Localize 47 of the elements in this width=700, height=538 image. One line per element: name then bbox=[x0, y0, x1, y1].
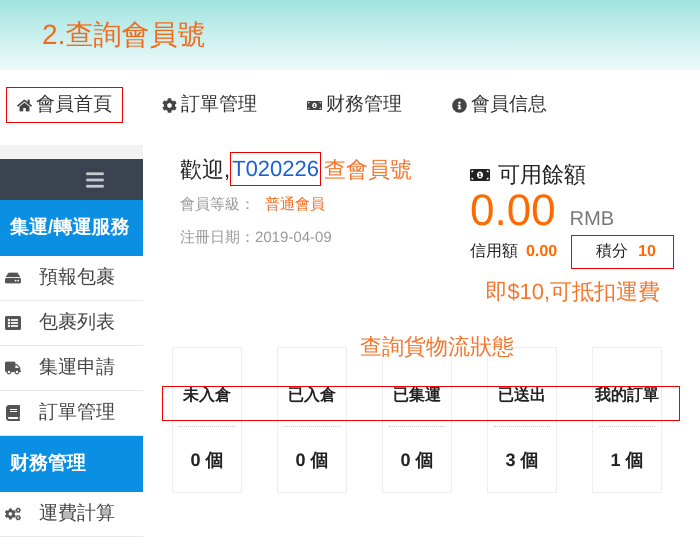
sidebar-item[interactable]: 集運申請 bbox=[0, 346, 143, 391]
status-count: 1 個 bbox=[610, 449, 644, 472]
credit-value: 0.00 bbox=[526, 242, 558, 262]
sidebar-item[interactable]: 預報包裹 bbox=[0, 256, 143, 301]
drive-icon bbox=[5, 270, 21, 286]
currency: RMB bbox=[570, 207, 614, 232]
annotation-note: 即$10,可抵扣運費 bbox=[484, 278, 660, 306]
nav-tab[interactable]: 會員信息 bbox=[441, 87, 558, 123]
balance-title: 可用餘額 bbox=[498, 161, 586, 189]
status-count: 0 個 bbox=[400, 449, 434, 472]
menu-icon[interactable] bbox=[85, 170, 105, 190]
status-count: 3 個 bbox=[505, 449, 538, 472]
status-card[interactable]: 未入倉 0 個 bbox=[172, 347, 242, 493]
status-label: 已入倉 bbox=[288, 386, 336, 406]
truck-icon bbox=[5, 360, 21, 376]
status-count: 0 個 bbox=[295, 449, 328, 472]
balance-amount: 0.00 bbox=[470, 187, 556, 235]
annotation-note: 查會員號 bbox=[324, 156, 412, 184]
status-label: 已送出 bbox=[498, 386, 546, 406]
points-value: 10 bbox=[638, 242, 656, 262]
status-label: 未入倉 bbox=[183, 386, 231, 406]
home-icon bbox=[17, 98, 32, 112]
gear-icon bbox=[162, 98, 177, 112]
info-icon bbox=[452, 98, 467, 112]
member-id: T020226 bbox=[230, 152, 321, 186]
status-card[interactable]: 已入倉 0 個 bbox=[277, 347, 347, 493]
book-icon bbox=[5, 405, 21, 421]
page-title: 2.查詢會員號 bbox=[42, 18, 206, 52]
nav-tab[interactable]: 會員首頁 bbox=[6, 87, 123, 123]
level-label: 會員等級： bbox=[180, 195, 255, 215]
welcome-text: 歡迎, bbox=[180, 156, 230, 184]
nav-tab[interactable]: 财務管理 bbox=[296, 87, 413, 123]
status-card[interactable]: 我的訂單 1 個 bbox=[592, 347, 662, 493]
nav-tab[interactable]: 訂單管理 bbox=[151, 87, 268, 123]
sidebar-item[interactable]: 包裹列表 bbox=[0, 301, 143, 346]
status-label: 已集運 bbox=[393, 386, 441, 406]
sidebar-section-header: 集運/轉運服務 bbox=[0, 200, 143, 256]
level-value: 普通會員 bbox=[265, 195, 325, 215]
sidebar-section-header: 财務管理 bbox=[0, 436, 143, 492]
points-label: 積分 bbox=[596, 242, 628, 262]
status-label: 我的訂單 bbox=[595, 386, 659, 406]
sidebar-item[interactable]: 運費計算 bbox=[0, 492, 143, 537]
status-count: 0 個 bbox=[190, 449, 224, 472]
credit-label: 信用額 bbox=[470, 242, 518, 262]
list-icon bbox=[5, 315, 21, 331]
registration-date: 注冊日期：2019-04-09 bbox=[180, 228, 333, 248]
gears-icon bbox=[5, 506, 21, 522]
